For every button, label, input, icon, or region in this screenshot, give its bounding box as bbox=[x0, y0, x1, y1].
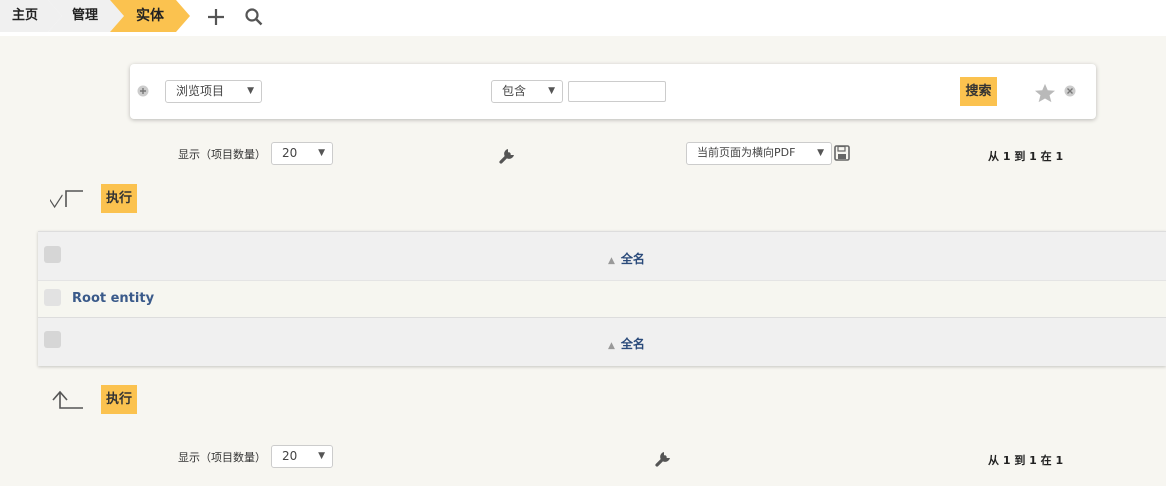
search-button[interactable]: 搜索 bbox=[960, 77, 997, 106]
table-header: ▲ 全名 bbox=[38, 231, 1166, 280]
chevron-down-icon: ▼ bbox=[817, 148, 824, 158]
wrench-icon[interactable] bbox=[498, 145, 518, 165]
page-size-select-bottom[interactable]: 20 ▼ bbox=[271, 445, 333, 468]
export-select-value: 当前页面为横向PDF bbox=[697, 146, 796, 159]
execute-button-top[interactable]: 执行 bbox=[101, 184, 137, 213]
arrow-up-left-icon bbox=[52, 390, 83, 409]
entity-table: ▲ 全名 Root entity ▲ 全名 bbox=[38, 231, 1166, 366]
select-all-checkbox-footer[interactable] bbox=[44, 331, 61, 348]
field-select[interactable]: 浏览项目 ▼ bbox=[165, 80, 262, 103]
export-select[interactable]: 当前页面为横向PDF ▼ bbox=[686, 142, 832, 165]
star-icon[interactable] bbox=[1034, 83, 1056, 103]
select-all-checkbox[interactable] bbox=[44, 246, 61, 263]
row-checkbox[interactable] bbox=[44, 289, 61, 306]
chevron-down-icon: ▼ bbox=[318, 148, 325, 158]
column-header-fullname[interactable]: ▲ 全名 bbox=[608, 250, 645, 267]
entity-link[interactable]: Root entity bbox=[72, 291, 154, 306]
pagination-top: 从 1 到 1 在 1 bbox=[988, 150, 1064, 163]
plus-circle-icon[interactable] bbox=[137, 85, 149, 97]
floppy-icon[interactable] bbox=[834, 145, 850, 161]
close-circle-icon[interactable] bbox=[1064, 85, 1076, 97]
page-size-value: 20 bbox=[282, 146, 298, 160]
chevron-down-icon: ▼ bbox=[247, 86, 254, 96]
operator-select-value: 包含 bbox=[502, 84, 527, 98]
top-bar: 主页 管理 实体 bbox=[0, 0, 1166, 36]
sort-asc-icon: ▲ bbox=[608, 256, 615, 266]
plus-icon[interactable] bbox=[206, 7, 226, 27]
page-size-value-bottom: 20 bbox=[282, 449, 298, 463]
column-footer-label: 全名 bbox=[620, 337, 645, 351]
table-footer: ▲ 全名 bbox=[38, 317, 1166, 366]
pagination-bottom: 从 1 到 1 在 1 bbox=[988, 454, 1064, 467]
search-value-input[interactable] bbox=[568, 81, 666, 102]
show-count-label-bottom: 显示（项目数量） bbox=[178, 451, 266, 464]
wrench-icon[interactable] bbox=[654, 448, 674, 468]
chevron-down-icon: ▼ bbox=[548, 86, 555, 96]
show-count-label: 显示（项目数量） bbox=[178, 148, 266, 161]
sort-asc-icon: ▲ bbox=[608, 341, 615, 351]
search-criteria-panel: 浏览项目 ▼ 包含 ▼ 搜索 bbox=[130, 64, 1096, 119]
page-size-select[interactable]: 20 ▼ bbox=[271, 142, 333, 165]
table-row: Root entity bbox=[38, 280, 1166, 318]
field-select-value: 浏览项目 bbox=[176, 84, 225, 98]
column-header-label: 全名 bbox=[620, 252, 645, 266]
operator-select[interactable]: 包含 ▼ bbox=[491, 80, 563, 103]
arrow-down-left-icon bbox=[50, 190, 83, 209]
chevron-down-icon: ▼ bbox=[318, 451, 325, 461]
column-footer-fullname[interactable]: ▲ 全名 bbox=[608, 335, 645, 352]
execute-button-bottom[interactable]: 执行 bbox=[101, 385, 137, 414]
search-icon[interactable] bbox=[244, 7, 264, 27]
